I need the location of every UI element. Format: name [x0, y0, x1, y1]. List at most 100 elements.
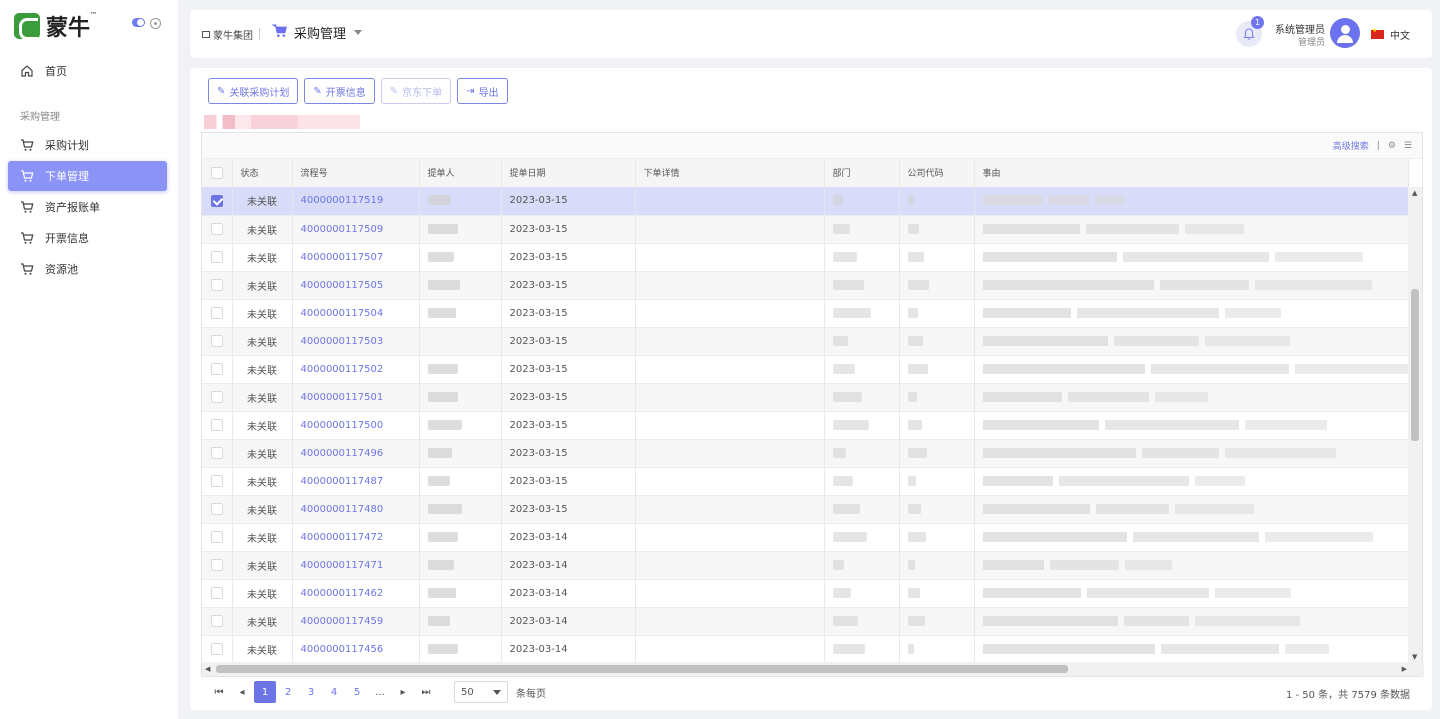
org-switcher[interactable]: 蒙牛集团 [202, 27, 253, 42]
column-header[interactable]: 状态 [232, 159, 293, 188]
table-row[interactable]: 未关联 4000000117462 2023-03-14 [202, 579, 1408, 608]
column-header[interactable]: 提单人 [419, 159, 502, 188]
flow-number-link[interactable]: 4000000117503 [292, 327, 420, 356]
table-row[interactable]: 未关联 4000000117505 2023-03-15 [202, 271, 1408, 300]
scroll-up-icon[interactable]: ▲ [1412, 189, 1417, 197]
flow-number-link[interactable]: 4000000117502 [292, 355, 420, 384]
table-row[interactable]: 未关联 4000000117496 2023-03-15 [202, 439, 1408, 468]
sidebar-pin-icon[interactable] [150, 18, 161, 29]
flow-number-link[interactable]: 4000000117480 [292, 495, 420, 524]
page-button[interactable]: 1 [254, 681, 276, 703]
export-button[interactable]: ⇥ 导出 [457, 78, 508, 104]
page-size-select[interactable]: 50 [454, 681, 508, 703]
table-row[interactable]: 未关联 4000000117472 2023-03-14 [202, 523, 1408, 552]
table-row[interactable]: 未关联 4000000117487 2023-03-15 [202, 467, 1408, 496]
table-row[interactable]: 未关联 4000000117504 2023-03-15 [202, 299, 1408, 328]
table-row[interactable]: 未关联 4000000117507 2023-03-15 [202, 243, 1408, 272]
column-list-icon[interactable]: ☰ [1404, 141, 1412, 151]
prev-page-icon[interactable]: ◂ [231, 681, 253, 703]
column-header[interactable]: 部门 [824, 159, 900, 188]
sidebar-item-invoice-info[interactable]: 开票信息 [8, 223, 167, 253]
first-page-icon[interactable]: ⏮ [208, 681, 230, 703]
next-page-icon[interactable]: ▸ [392, 681, 414, 703]
table-row[interactable]: 未关联 4000000117456 2023-03-14 [202, 635, 1408, 663]
module-switcher[interactable]: 采购管理 [271, 23, 363, 42]
flow-number-link[interactable]: 4000000117519 [292, 187, 420, 216]
flow-number-link[interactable]: 4000000117507 [292, 243, 420, 272]
page-button[interactable]: 5 [346, 681, 368, 703]
jd-order-button[interactable]: ✎ 京东下单 [380, 78, 452, 104]
avatar[interactable] [1330, 18, 1360, 48]
select-all-checkbox[interactable] [210, 166, 223, 179]
table-row[interactable]: 未关联 4000000117503 2023-03-15 [202, 327, 1408, 356]
row-checkbox[interactable] [210, 531, 223, 543]
flow-number-link[interactable]: 4000000117459 [292, 607, 420, 636]
vertical-scrollbar[interactable]: ▲ ▼ [1408, 187, 1422, 663]
sidebar-item-home[interactable]: 首页 [8, 56, 167, 86]
reason-cell [974, 299, 1408, 328]
row-checkbox[interactable] [210, 391, 223, 403]
row-checkbox[interactable] [210, 194, 223, 207]
row-checkbox[interactable] [210, 223, 223, 235]
flow-number-link[interactable]: 4000000117501 [292, 383, 420, 412]
flow-number-link[interactable]: 4000000117505 [292, 271, 420, 300]
row-checkbox[interactable] [210, 447, 223, 459]
invoice-button[interactable]: ✎ 开票信息 [304, 78, 375, 104]
scroll-right-icon[interactable]: ▶ [1402, 665, 1407, 673]
flow-number-link[interactable]: 4000000117504 [292, 299, 420, 328]
brand-logo[interactable]: 蒙牛™ [14, 10, 97, 42]
row-checkbox[interactable] [210, 503, 223, 515]
last-page-icon[interactable]: ⏭ [415, 681, 437, 703]
flow-number-link[interactable]: 4000000117509 [292, 215, 420, 244]
sidebar-item-asset-reimbursement[interactable]: 资产报账单 [8, 192, 167, 222]
row-checkbox[interactable] [210, 307, 223, 319]
column-header[interactable]: 流程号 [292, 159, 420, 188]
gear-icon[interactable]: ⚙ [1388, 141, 1396, 151]
table-row[interactable]: 未关联 4000000117509 2023-03-15 [202, 215, 1408, 244]
table-row[interactable]: 未关联 4000000117502 2023-03-15 [202, 355, 1408, 384]
row-checkbox[interactable] [210, 475, 223, 487]
scroll-left-icon[interactable]: ◀ [205, 665, 210, 673]
row-checkbox[interactable] [210, 251, 223, 263]
flow-number-link[interactable]: 4000000117462 [292, 579, 420, 608]
table-row[interactable]: 未关联 4000000117519 2023-03-15 [202, 187, 1408, 216]
row-checkbox[interactable] [210, 643, 223, 655]
table-row[interactable]: 未关联 4000000117480 2023-03-15 [202, 495, 1408, 524]
table-row[interactable]: 未关联 4000000117459 2023-03-14 [202, 607, 1408, 636]
column-header[interactable]: 提单日期 [501, 159, 636, 188]
sidebar-item-purchase-plan[interactable]: 采购计划 [8, 130, 167, 160]
column-header[interactable]: 事由 [974, 159, 1409, 188]
page-ellipsis[interactable]: ... [369, 681, 391, 703]
advanced-search-link[interactable]: 高级搜索 [1333, 139, 1369, 152]
link-plan-button[interactable]: ✎ 关联采购计划 [208, 78, 299, 104]
row-checkbox[interactable] [210, 559, 223, 571]
page-button[interactable]: 3 [300, 681, 322, 703]
horizontal-scroll-thumb[interactable] [216, 665, 1068, 673]
column-header[interactable]: 公司代码 [899, 159, 975, 188]
flow-number-link[interactable]: 4000000117496 [292, 439, 420, 468]
row-checkbox[interactable] [210, 419, 223, 431]
flow-number-link[interactable]: 4000000117487 [292, 467, 420, 496]
horizontal-scrollbar[interactable]: ◀ ▶ [202, 662, 1424, 676]
row-checkbox[interactable] [210, 587, 223, 599]
column-header[interactable]: 下单详情 [635, 159, 825, 188]
flow-number-link[interactable]: 4000000117471 [292, 551, 420, 580]
sidebar-item-resource-pool[interactable]: 资源池 [8, 254, 167, 284]
sidebar-item-order-management[interactable]: 下单管理 [8, 161, 167, 191]
row-checkbox[interactable] [210, 279, 223, 291]
row-checkbox[interactable] [210, 615, 223, 627]
language-switcher[interactable]: 中文 [1371, 27, 1410, 42]
table-row[interactable]: 未关联 4000000117500 2023-03-15 [202, 411, 1408, 440]
vertical-scroll-thumb[interactable] [1411, 289, 1419, 441]
table-row[interactable]: 未关联 4000000117501 2023-03-15 [202, 383, 1408, 412]
row-checkbox[interactable] [210, 363, 223, 375]
theme-toggle[interactable] [132, 18, 145, 27]
flow-number-link[interactable]: 4000000117472 [292, 523, 420, 552]
table-row[interactable]: 未关联 4000000117471 2023-03-14 [202, 551, 1408, 580]
flow-number-link[interactable]: 4000000117500 [292, 411, 420, 440]
flow-number-link[interactable]: 4000000117456 [292, 635, 420, 663]
row-checkbox[interactable] [210, 335, 223, 347]
scroll-down-icon[interactable]: ▼ [1412, 653, 1417, 661]
page-button[interactable]: 4 [323, 681, 345, 703]
page-button[interactable]: 2 [277, 681, 299, 703]
